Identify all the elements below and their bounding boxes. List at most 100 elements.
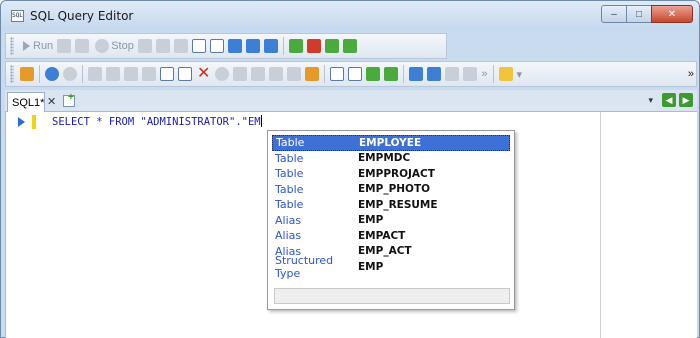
- new-tab-icon[interactable]: [63, 92, 75, 107]
- autocomplete-item[interactable]: Table EMPPROJACT: [272, 166, 510, 182]
- export-icon[interactable]: [342, 39, 357, 53]
- run-button[interactable]: Run: [18, 36, 55, 56]
- tab-close-icon[interactable]: ✕: [47, 95, 56, 108]
- toolbar-separator: [39, 65, 40, 83]
- find-all-icon[interactable]: [251, 67, 266, 81]
- indent-icon[interactable]: [366, 67, 381, 81]
- toolbar-separator: [282, 37, 284, 55]
- explain-plan-icon[interactable]: [155, 39, 170, 53]
- title-bar[interactable]: SQL SQL Query Editor – □ ✕: [1, 1, 699, 31]
- window-controls: – □ ✕: [601, 5, 693, 23]
- next-tab-button[interactable]: ▶: [679, 93, 693, 107]
- toolbar-grip[interactable]: [10, 37, 14, 55]
- autocomplete-item[interactable]: Structured Type EMP: [272, 254, 510, 280]
- minimize-button[interactable]: –: [601, 5, 627, 23]
- cut-icon[interactable]: [88, 67, 102, 81]
- window-title: SQL Query Editor: [30, 9, 134, 23]
- item-kind: Alias: [275, 229, 302, 243]
- autocomplete-item[interactable]: Alias EMPACT: [272, 228, 510, 244]
- item-kind: Table: [276, 136, 305, 150]
- autocomplete-item[interactable]: Table EMPMDC: [272, 151, 510, 167]
- tab-sql1[interactable]: SQL1*: [7, 92, 45, 112]
- maximize-button[interactable]: □: [626, 5, 652, 23]
- autocomplete-item[interactable]: Table EMP_RESUME: [272, 197, 510, 213]
- close-button[interactable]: ✕: [651, 5, 693, 23]
- tab-label: SQL1*: [12, 96, 45, 109]
- code-text: SELECT * FROM "ADMINISTRATOR"."EM: [52, 116, 261, 128]
- tab-navigation: ▾ ◀ ▶: [648, 93, 693, 107]
- copy-icon[interactable]: [106, 67, 120, 81]
- sql-query-editor-window: SQL SQL Query Editor – □ ✕ Run Stop ✕ » …: [0, 0, 700, 338]
- spell-check-icon[interactable]: [445, 67, 460, 81]
- item-name: EMPLOYEE: [359, 136, 422, 149]
- editor-tab-strip: SQL1* ✕ ▾ ◀ ▶: [5, 90, 697, 112]
- item-kind: Table: [275, 182, 304, 196]
- sql-app-icon: SQL: [11, 10, 24, 22]
- run-script-icon[interactable]: [137, 39, 152, 53]
- abc-icon[interactable]: [463, 67, 478, 81]
- prev-tab-button[interactable]: ◀: [662, 93, 676, 107]
- edit-toolbar: ✕ » ▾ »: [5, 61, 697, 87]
- autocomplete-item[interactable]: Table EMP_PHOTO: [272, 182, 510, 198]
- uppercase-icon[interactable]: [409, 67, 424, 81]
- toolbar-overflow-button-right[interactable]: »: [686, 64, 696, 84]
- replace-icon[interactable]: [269, 67, 284, 81]
- back-icon[interactable]: [45, 67, 59, 81]
- autocomplete-status: [274, 288, 510, 304]
- folder-icon[interactable]: [498, 67, 513, 81]
- toolbar-overflow-button[interactable]: »: [479, 64, 489, 84]
- sql-format-icon[interactable]: [191, 39, 206, 53]
- item-name: EMP: [358, 214, 384, 227]
- toolbar-separator: [82, 65, 83, 83]
- right-margin-line: [600, 112, 601, 338]
- toolbar-separator: [492, 65, 494, 83]
- highlight-icon[interactable]: [20, 67, 34, 81]
- paste-icon[interactable]: [124, 67, 138, 81]
- run-icon: [23, 41, 30, 51]
- rollback-icon[interactable]: [306, 39, 321, 53]
- commit-icon[interactable]: [288, 39, 303, 53]
- lowercase-icon[interactable]: [427, 67, 442, 81]
- item-name: EMPPROJACT: [358, 167, 435, 180]
- delete-icon[interactable]: ✕: [197, 66, 210, 82]
- tab-list-dropdown[interactable]: ▾: [648, 95, 653, 106]
- result-pivot-icon[interactable]: [263, 39, 278, 53]
- table-icon[interactable]: [160, 67, 174, 81]
- autocomplete-popup: Table EMPLOYEE Table EMPMDC Table EMPPROJACT T…: [267, 130, 515, 310]
- text-caret: [260, 115, 262, 127]
- run-step-icon[interactable]: [57, 39, 72, 53]
- new-document-icon[interactable]: [178, 67, 192, 81]
- sql-assist-icon[interactable]: [142, 67, 156, 81]
- result-chart-icon[interactable]: [245, 39, 260, 53]
- toolbar-separator: [403, 65, 405, 83]
- comment-icon[interactable]: [330, 67, 345, 81]
- result-text-icon[interactable]: [227, 39, 242, 53]
- result-grid-icon[interactable]: [209, 39, 224, 53]
- autocomplete-item[interactable]: Alias EMP: [272, 213, 510, 229]
- chevron-down-icon[interactable]: ▾: [515, 64, 525, 84]
- explain-all-icon[interactable]: [173, 39, 188, 53]
- uncomment-icon[interactable]: [348, 67, 363, 81]
- stop-button[interactable]: Stop: [91, 36, 136, 56]
- outdent-icon[interactable]: [384, 67, 399, 81]
- toolbar-grip[interactable]: [10, 65, 14, 83]
- item-kind: Table: [275, 151, 304, 165]
- replace-abc-icon[interactable]: [305, 67, 320, 81]
- forward-icon[interactable]: [63, 67, 77, 81]
- stop-icon: [95, 39, 110, 53]
- import-icon[interactable]: [324, 39, 339, 53]
- code-line-1[interactable]: SELECT * FROM "ADMINISTRATOR"."EM: [52, 115, 262, 128]
- stop-label: Stop: [111, 40, 134, 52]
- find-icon[interactable]: [215, 67, 230, 81]
- autocomplete-item[interactable]: Table EMPLOYEE: [272, 135, 510, 151]
- find-next-icon[interactable]: [233, 67, 248, 81]
- toolbar-separator: [324, 65, 326, 83]
- item-kind: Table: [275, 198, 304, 212]
- run-selection-icon[interactable]: [75, 39, 90, 53]
- item-name: EMP_ACT: [358, 245, 412, 258]
- modified-line-bar: [32, 115, 36, 129]
- editor-gutter[interactable]: [6, 112, 40, 338]
- replace-all-icon[interactable]: [287, 67, 302, 81]
- autocomplete-list: Table EMPLOYEE Table EMPMDC Table EMPPROJACT T…: [272, 135, 510, 280]
- item-name: EMP_PHOTO: [358, 183, 431, 196]
